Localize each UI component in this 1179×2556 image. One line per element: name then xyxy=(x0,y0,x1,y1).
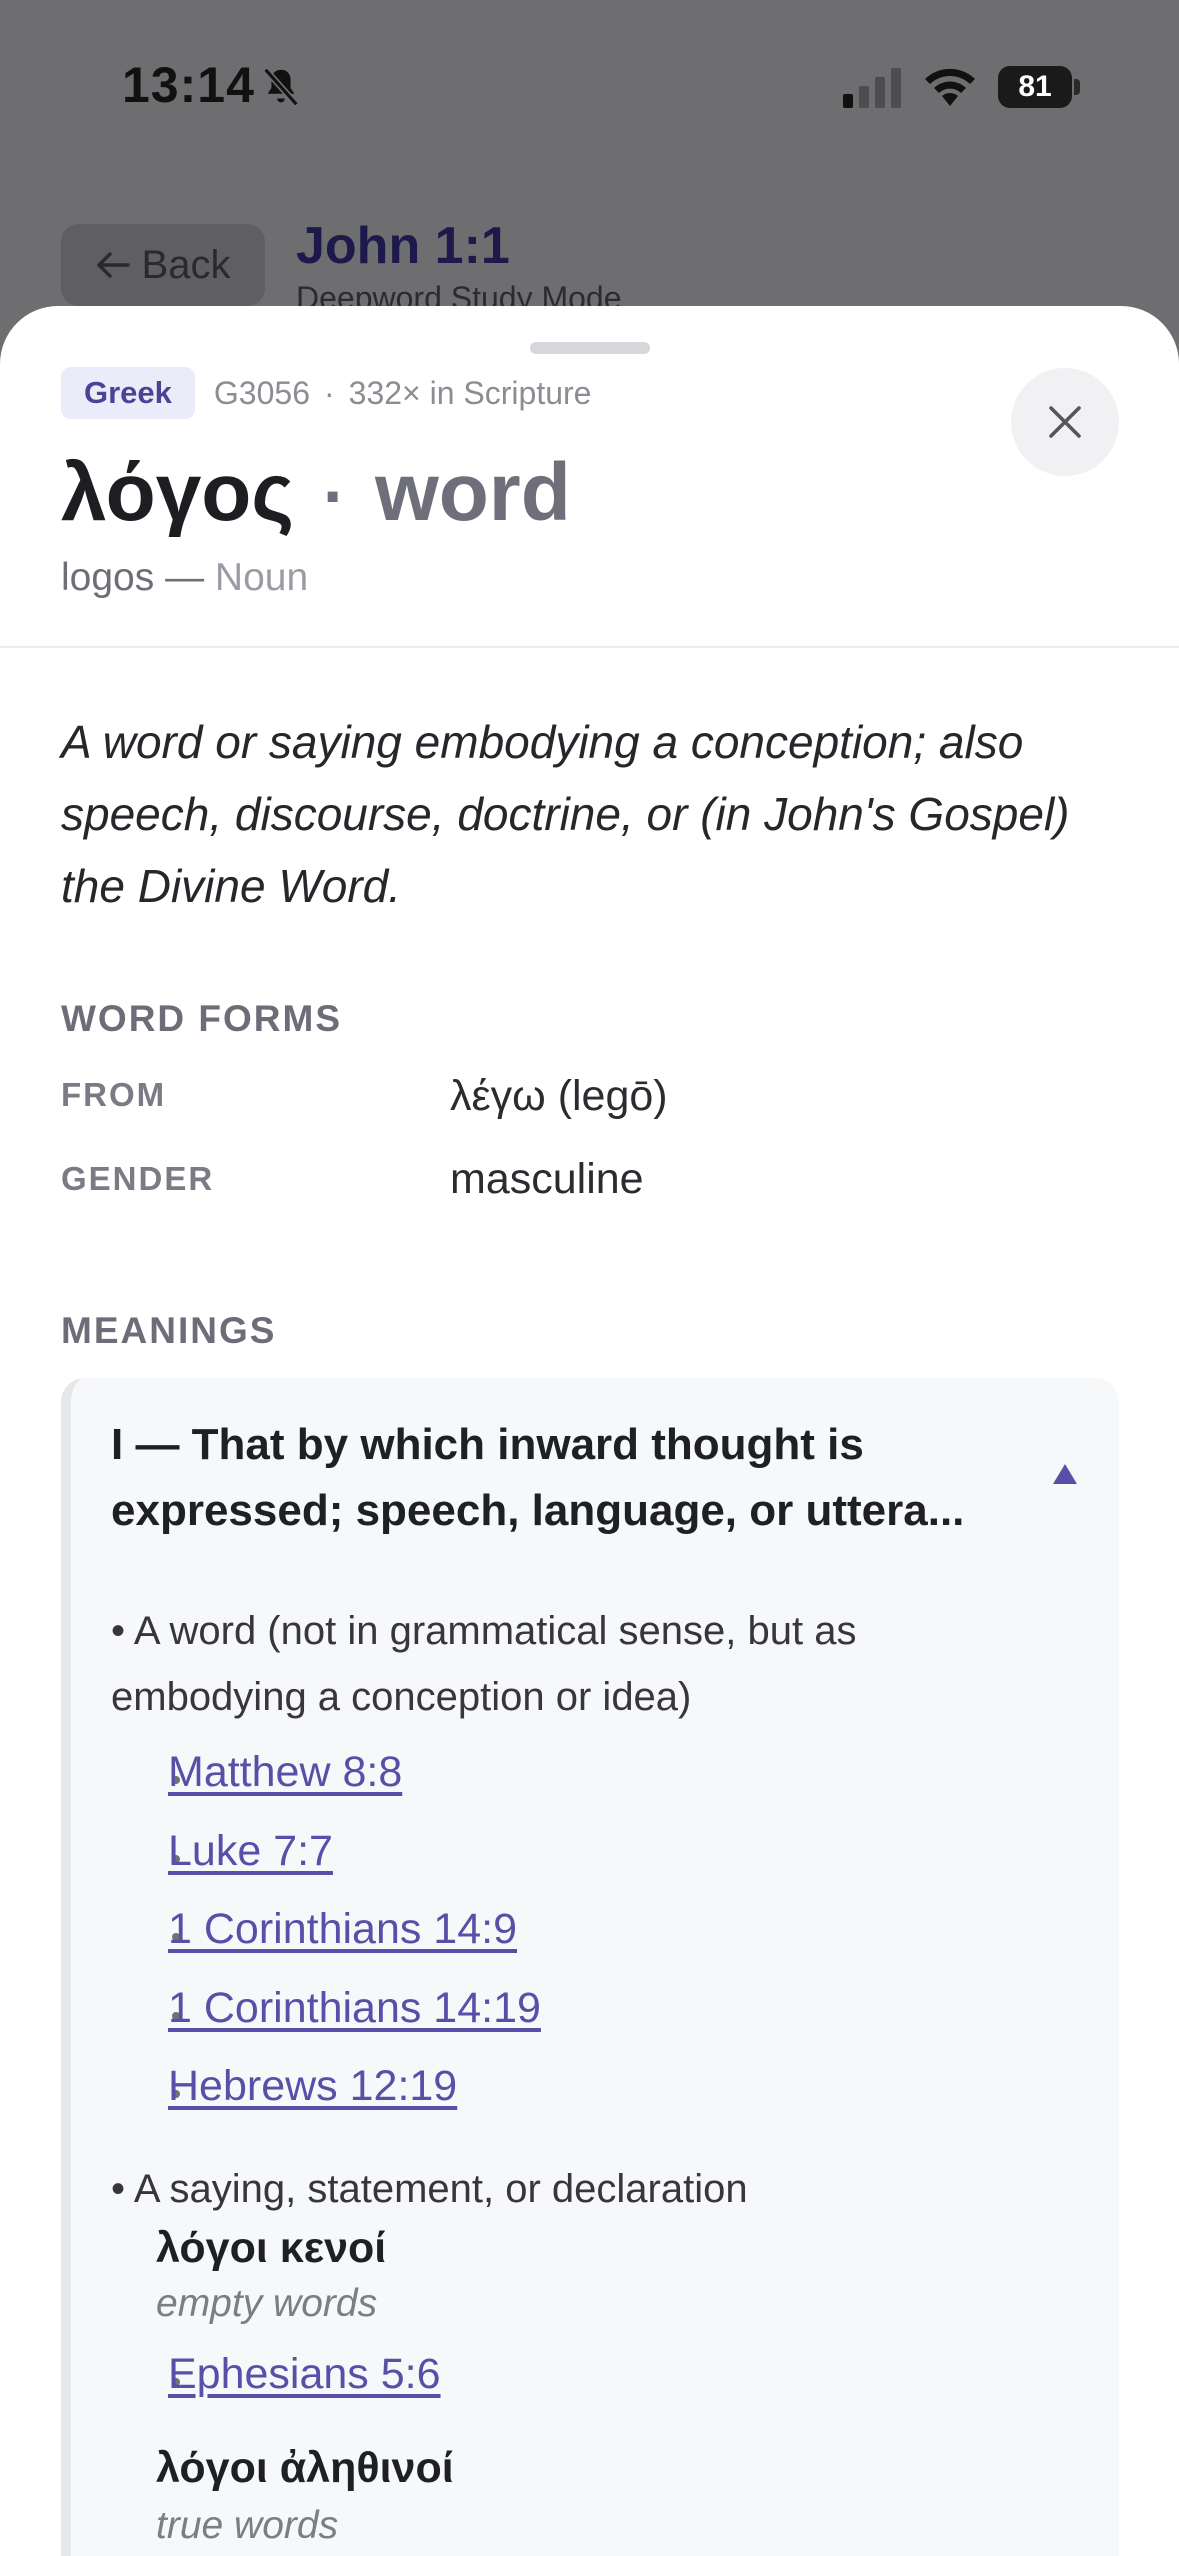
status-bar: 13:14 81 xyxy=(0,0,1179,170)
sense-item: • A saying, statement, or declaration xyxy=(111,2167,748,2211)
header-divider xyxy=(0,646,1179,648)
headword-separator: · xyxy=(322,457,347,535)
back-button[interactable]: Back xyxy=(61,224,265,306)
part-of-speech: Noun xyxy=(214,556,309,599)
transliteration: logos — xyxy=(61,556,205,599)
form-value-from: λέγω (legō) xyxy=(450,1072,668,1120)
meaning-card: I — That by which inward thought is expr… xyxy=(61,1378,1119,2556)
word-detail-sheet: Greek G3056 · 332× in Scripture λόγος · … xyxy=(0,306,1179,2556)
entry-meta: Greek G3056 · 332× in Scripture xyxy=(61,367,591,419)
background-page-header: Back John 1:1 Deepword Study Mode xyxy=(0,200,1179,320)
scripture-link[interactable]: 1 Corinthians 14:19 xyxy=(168,1984,541,2033)
sheet-grabber[interactable] xyxy=(530,342,650,354)
screen: 13:14 81 Back John 1:1 Deepword Study Mo… xyxy=(0,0,1179,2556)
meaning-heading[interactable]: I — That by which inward thought is expr… xyxy=(111,1412,1011,1544)
phrase-gloss: true words xyxy=(156,2504,339,2547)
greek-phrase: λόγοι κενοί xyxy=(156,2224,387,2272)
scripture-link[interactable]: Luke 7:7 xyxy=(168,1827,333,1876)
occurrence-count: 332× in Scripture xyxy=(348,374,592,411)
sense-item: • A word (not in grammatical sense, but … xyxy=(111,1609,857,1719)
scripture-link[interactable]: 1 Corinthians 14:9 xyxy=(168,1905,517,1954)
definition: A word or saying embodying a conception;… xyxy=(61,716,1070,912)
status-time: 13:14 xyxy=(122,57,255,113)
scripture-link[interactable]: Matthew 8:8 xyxy=(168,1748,402,1797)
strongs-number: G3056 xyxy=(213,374,310,411)
battery-level: 81 xyxy=(998,66,1072,108)
scripture-link[interactable]: Ephesians 5:6 xyxy=(168,2350,441,2399)
arrow-left-icon xyxy=(96,252,130,278)
form-key-from: FROM xyxy=(61,1076,167,1113)
form-value-gender: masculine xyxy=(450,1155,644,1203)
meanings-heading: MEANINGS xyxy=(61,1310,277,1351)
close-icon xyxy=(1049,406,1081,438)
phrase-gloss: empty words xyxy=(156,2282,378,2325)
form-key-gender: GENDER xyxy=(61,1160,215,1197)
headword: λόγος · word xyxy=(61,446,571,540)
caret-up-icon[interactable] xyxy=(1051,1460,1079,1488)
meta-separator: · xyxy=(323,374,335,411)
battery-icon: 81 xyxy=(998,66,1080,108)
battery-cap xyxy=(1074,79,1080,95)
back-label: Back xyxy=(141,242,231,287)
bell-muted-icon xyxy=(263,67,299,107)
transliteration-row: logos — Noun xyxy=(61,556,308,600)
greek-phrase: λόγοι ἀληθινοί xyxy=(156,2444,454,2492)
signal-icon xyxy=(843,68,901,108)
lemma: λόγος xyxy=(61,447,295,538)
gloss: word xyxy=(374,447,571,538)
wifi-icon xyxy=(925,68,975,106)
scripture-link[interactable]: Hebrews 12:19 xyxy=(168,2062,457,2111)
close-button[interactable] xyxy=(1011,368,1119,476)
page-title: John 1:1 xyxy=(296,217,510,275)
language-badge: Greek xyxy=(61,367,195,419)
word-forms-heading: WORD FORMS xyxy=(61,998,343,1039)
